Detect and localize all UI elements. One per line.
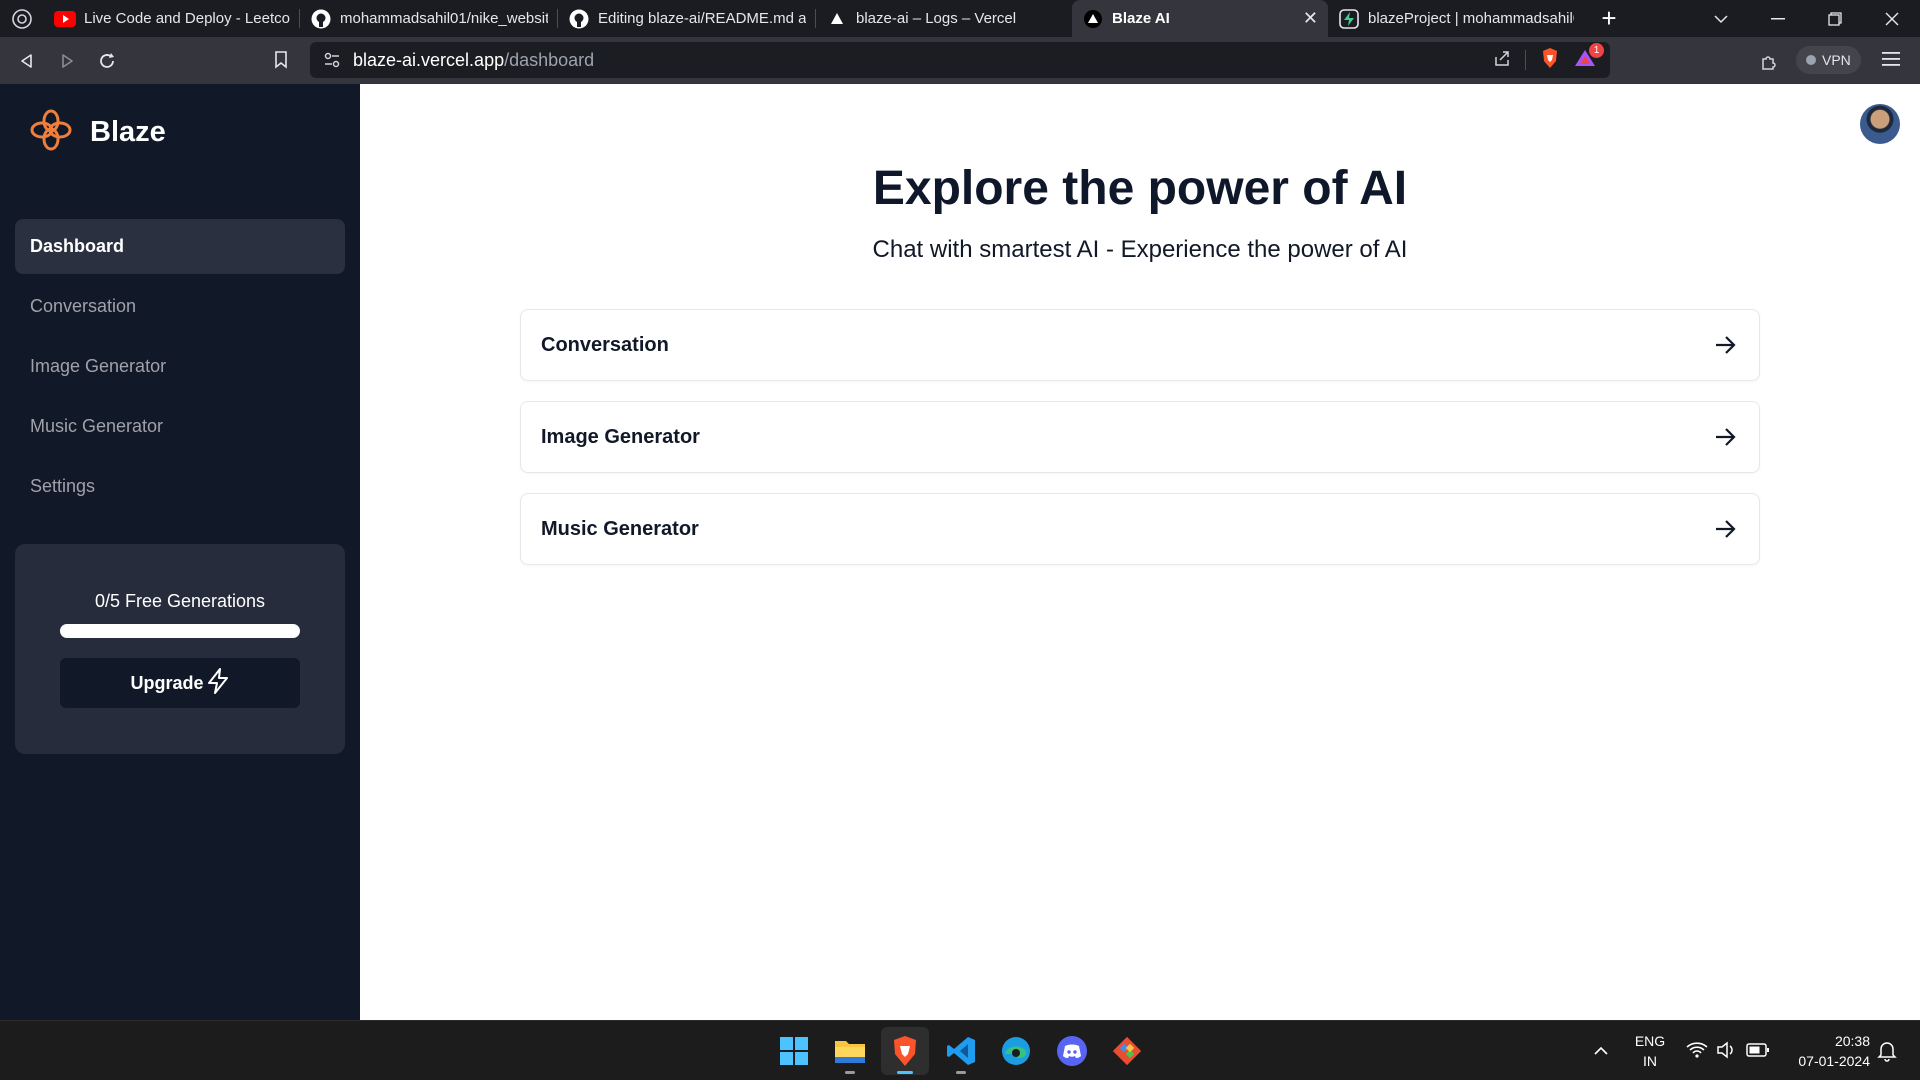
discord-icon[interactable] bbox=[1048, 1027, 1096, 1075]
free-generations-label: 0/5 Free Generations bbox=[94, 591, 266, 611]
sidebar-item-label: Settings bbox=[30, 476, 96, 496]
minimize-button[interactable] bbox=[1749, 0, 1806, 37]
tab-title: Blaze AI bbox=[1112, 10, 1170, 27]
supabase-icon bbox=[1338, 8, 1360, 30]
tool-card-music-generator[interactable]: Music Generator bbox=[520, 493, 1760, 565]
brave-rewards-icon[interactable]: 1 bbox=[1574, 42, 1604, 73]
upgrade-button[interactable]: Upgrade bbox=[60, 658, 300, 708]
sidebar: Blaze Dashboard Conversation Image Gener… bbox=[0, 84, 360, 1020]
vscode-icon[interactable] bbox=[937, 1027, 985, 1075]
tab-search-chevron-icon[interactable] bbox=[1692, 0, 1749, 37]
github-icon bbox=[310, 8, 332, 30]
tool-card-conversation[interactable]: Conversation bbox=[520, 309, 1760, 381]
arrow-right-icon bbox=[1711, 331, 1739, 359]
chevron-up-icon[interactable] bbox=[1591, 1041, 1611, 1066]
wifi-icon[interactable] bbox=[1686, 1041, 1708, 1064]
windows-start-icon[interactable] bbox=[770, 1027, 818, 1075]
vercel-icon bbox=[1082, 8, 1104, 30]
forward-icon[interactable] bbox=[47, 41, 87, 81]
vpn-button[interactable]: VPN bbox=[1796, 46, 1861, 74]
browser-tab-active[interactable]: Blaze AI ✕ bbox=[1072, 0, 1328, 37]
taskbar: ENG IN 20:38 07-01-2024 bbox=[0, 1020, 1920, 1080]
brave-shields-icon[interactable] bbox=[1540, 47, 1560, 74]
arrow-right-icon bbox=[1711, 423, 1739, 451]
sidebar-item-music-generator[interactable]: Music Generator bbox=[15, 399, 345, 454]
browser-tab-2[interactable]: mohammadsahil01/nike_website bbox=[300, 0, 558, 37]
reload-icon[interactable] bbox=[87, 41, 127, 81]
share-icon[interactable] bbox=[1493, 49, 1511, 72]
browser-tab-3[interactable]: Editing blaze-ai/README.md at bbox=[558, 0, 816, 37]
sidebar-item-conversation[interactable]: Conversation bbox=[15, 279, 345, 334]
tool-card-label: Image Generator bbox=[541, 425, 700, 448]
tab-title: blazeProject | mohammadsahil0 bbox=[1368, 10, 1574, 27]
back-icon[interactable] bbox=[7, 41, 47, 81]
notification-center-icon[interactable] bbox=[1877, 1040, 1897, 1067]
chatgpt-tab-icon[interactable] bbox=[0, 0, 44, 37]
sidebar-item-dashboard[interactable]: Dashboard bbox=[15, 219, 345, 274]
tab-title: Editing blaze-ai/README.md at bbox=[598, 10, 806, 27]
blaze-logo-icon bbox=[30, 109, 72, 156]
notification-badge: 1 bbox=[1589, 42, 1604, 58]
browser-tab-strip: Live Code and Deploy - Leetcod mohammads… bbox=[0, 0, 1920, 37]
bookmark-icon[interactable] bbox=[261, 40, 301, 80]
sidebar-item-image-generator[interactable]: Image Generator bbox=[15, 339, 345, 394]
tool-card-label: Music Generator bbox=[541, 517, 699, 540]
new-tab-button[interactable]: + bbox=[1584, 0, 1634, 37]
language-indicator[interactable]: ENG IN bbox=[1628, 1031, 1672, 1071]
close-tab-icon[interactable]: ✕ bbox=[1303, 8, 1318, 29]
menu-icon[interactable] bbox=[1882, 51, 1900, 72]
browser-tab-6[interactable]: blazeProject | mohammadsahil0 bbox=[1328, 0, 1584, 37]
arrow-right-icon bbox=[1711, 515, 1739, 543]
tab-title: blaze-ai – Logs – Vercel bbox=[856, 10, 1017, 27]
page-subtitle: Chat with smartest AI - Experience the p… bbox=[872, 236, 1408, 263]
brave-browser-icon[interactable] bbox=[881, 1027, 929, 1075]
file-explorer-icon[interactable] bbox=[826, 1027, 874, 1075]
clock[interactable]: 20:38 07-01-2024 bbox=[1770, 1031, 1870, 1071]
brand[interactable]: Blaze bbox=[30, 109, 166, 156]
page-title: Explore the power of AI bbox=[872, 162, 1408, 215]
git-icon[interactable] bbox=[1103, 1027, 1151, 1075]
free-generations-card: 0/5 Free Generations Upgrade bbox=[15, 544, 345, 754]
sidebar-item-label: Dashboard bbox=[30, 236, 125, 256]
tool-card-image-generator[interactable]: Image Generator bbox=[520, 401, 1760, 473]
restore-button[interactable] bbox=[1806, 0, 1863, 37]
youtube-icon bbox=[54, 8, 76, 30]
user-avatar[interactable] bbox=[1860, 104, 1900, 144]
close-window-button[interactable] bbox=[1863, 0, 1920, 37]
sidebar-item-label: Music Generator bbox=[30, 416, 164, 436]
address-bar[interactable]: blaze-ai.vercel.app/dashboard 1 bbox=[310, 42, 1610, 78]
sidebar-item-label: Conversation bbox=[30, 296, 137, 316]
edge-icon[interactable] bbox=[992, 1027, 1040, 1075]
url-text[interactable]: blaze-ai.vercel.app/dashboard bbox=[353, 50, 594, 71]
tab-title: Live Code and Deploy - Leetcod bbox=[84, 10, 290, 27]
sidebar-item-settings[interactable]: Settings bbox=[15, 459, 345, 514]
browser-toolbar: blaze-ai.vercel.app/dashboard 1 VPN bbox=[0, 37, 1920, 84]
free-generations-progress bbox=[60, 624, 300, 638]
github-icon bbox=[568, 8, 590, 30]
extensions-icon[interactable] bbox=[1760, 51, 1780, 76]
brand-name: Blaze bbox=[90, 116, 166, 148]
main-content: Explore the power of AI Chat with smarte… bbox=[360, 84, 1920, 1020]
tool-card-label: Conversation bbox=[541, 333, 669, 356]
sidebar-item-label: Image Generator bbox=[30, 356, 167, 376]
vercel-icon bbox=[826, 8, 848, 30]
battery-icon[interactable] bbox=[1746, 1042, 1770, 1063]
browser-tab-1[interactable]: Live Code and Deploy - Leetcod bbox=[44, 0, 300, 37]
vpn-status-dot bbox=[1806, 55, 1816, 65]
tab-title: mohammadsahil01/nike_website bbox=[340, 10, 548, 27]
site-settings-icon[interactable] bbox=[323, 51, 341, 74]
volume-icon[interactable] bbox=[1716, 1041, 1738, 1064]
browser-tab-4[interactable]: blaze-ai – Logs – Vercel bbox=[816, 0, 1072, 37]
zap-icon bbox=[206, 667, 230, 699]
